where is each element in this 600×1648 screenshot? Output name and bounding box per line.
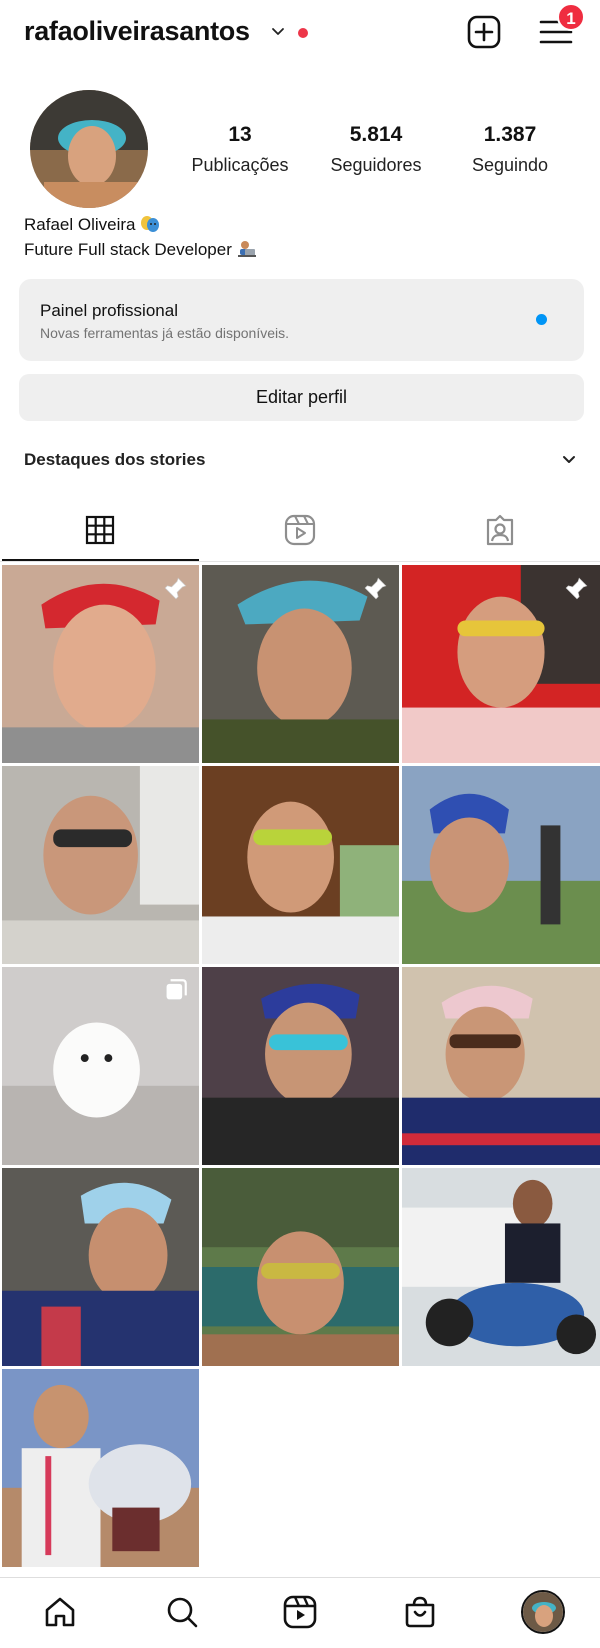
post-thumbnail [202, 766, 399, 964]
account-status-dot [298, 28, 308, 38]
posts-count-label: Publicações [191, 155, 289, 175]
chevron-down-icon[interactable] [270, 24, 286, 40]
nav-profile-avatar[interactable] [521, 1590, 565, 1634]
reels-icon [283, 1595, 317, 1629]
post-thumbnail [2, 766, 199, 964]
tagged-icon [486, 514, 514, 546]
professional-dashboard-subtitle: Novas ferramentas já estão disponíveis. [40, 325, 290, 341]
grid-icon [85, 515, 115, 545]
post-tile[interactable] [402, 766, 600, 964]
shop-icon [405, 1596, 435, 1628]
tab-posts-grid[interactable] [0, 498, 200, 562]
posts-count[interactable]: 13 Publicações [170, 123, 310, 176]
post-thumbnail [402, 967, 600, 1165]
reels-icon [284, 514, 316, 546]
posts-count-value: 13 [228, 123, 252, 146]
post-tile[interactable] [202, 766, 399, 964]
professional-dashboard-card[interactable]: Painel profissional Novas ferramentas já… [19, 279, 584, 361]
profile-bio-text: Future Full stack Developer [24, 240, 232, 259]
followers-count-label: Seguidores [330, 155, 422, 175]
profile-avatar-thumbnail [523, 1592, 563, 1632]
profile-fullname: Rafael Oliveira [24, 215, 160, 235]
plus-square-icon[interactable] [466, 14, 502, 50]
pin-icon [164, 577, 187, 600]
pinned-post-tile[interactable] [402, 565, 600, 763]
tab-reels[interactable] [200, 498, 400, 562]
pinned-post-tile[interactable] [2, 565, 199, 763]
post-tile[interactable] [402, 967, 600, 1165]
post-thumbnail [402, 766, 600, 964]
following-count[interactable]: 1.387 Seguindo [440, 123, 580, 176]
pinned-post-tile[interactable] [202, 565, 399, 763]
story-highlights-label[interactable]: Destaques dos stories [24, 450, 205, 470]
post-tile[interactable] [202, 967, 399, 1165]
post-tile[interactable] [2, 766, 199, 964]
profile-avatar[interactable] [30, 90, 148, 208]
new-indicator-dot [536, 314, 547, 325]
followers-count[interactable]: 5.814 Seguidores [306, 123, 446, 176]
profile-username[interactable]: rafaoliveirasantos [24, 16, 250, 47]
nav-shop[interactable] [398, 1590, 442, 1634]
nav-home[interactable] [38, 1590, 82, 1634]
bottom-navigation [0, 1577, 600, 1648]
tab-tagged[interactable] [400, 498, 600, 562]
following-count-value: 1.387 [483, 123, 537, 146]
post-tile[interactable] [202, 1168, 399, 1366]
top-bar: rafaoliveirasantos 1 [0, 0, 600, 66]
post-thumbnail [402, 1168, 600, 1366]
home-icon [45, 1597, 75, 1627]
profile-tabs [0, 498, 600, 562]
post-thumbnail [2, 1168, 199, 1366]
post-tile[interactable] [2, 1168, 199, 1366]
edit-profile-button[interactable]: Editar perfil [19, 374, 584, 421]
carousel-post-tile[interactable] [2, 967, 199, 1165]
search-icon [167, 1597, 198, 1628]
followers-count-value: 5.814 [349, 123, 403, 146]
posts-grid [0, 565, 600, 1575]
professional-dashboard-title: Painel profissional [40, 301, 178, 320]
pin-icon [364, 577, 387, 600]
following-count-label: Seguindo [471, 155, 549, 175]
profile-bio: Future Full stack Developer [24, 240, 256, 260]
theater-masks-emoji-icon [140, 216, 159, 232]
post-thumbnail [202, 1168, 399, 1366]
post-tile[interactable] [402, 1168, 600, 1366]
nav-reels[interactable] [278, 1590, 322, 1634]
post-tile[interactable] [2, 1369, 199, 1567]
technologist-emoji-icon [237, 241, 256, 257]
tabs-divider [0, 561, 600, 562]
post-thumbnail [202, 967, 399, 1165]
carousel-icon [165, 979, 187, 1001]
profile-name-text: Rafael Oliveira [24, 215, 136, 234]
notification-badge: 1 [557, 3, 585, 31]
chevron-down-icon[interactable] [561, 452, 577, 468]
avatar-photo [30, 90, 148, 208]
pin-icon [565, 577, 588, 600]
post-thumbnail [2, 1369, 199, 1567]
nav-search[interactable] [160, 1590, 204, 1634]
